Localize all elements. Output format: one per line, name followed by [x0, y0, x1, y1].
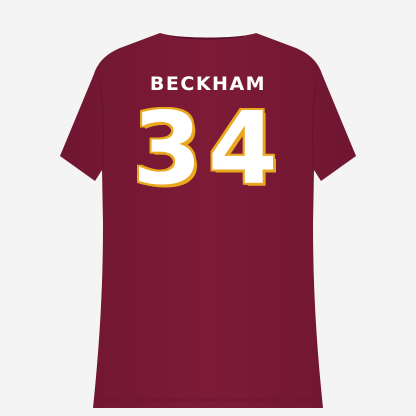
product-photo: BECKHAM 34: [0, 0, 416, 416]
player-number: 34: [132, 90, 284, 207]
t-shirt-back: [60, 33, 356, 408]
